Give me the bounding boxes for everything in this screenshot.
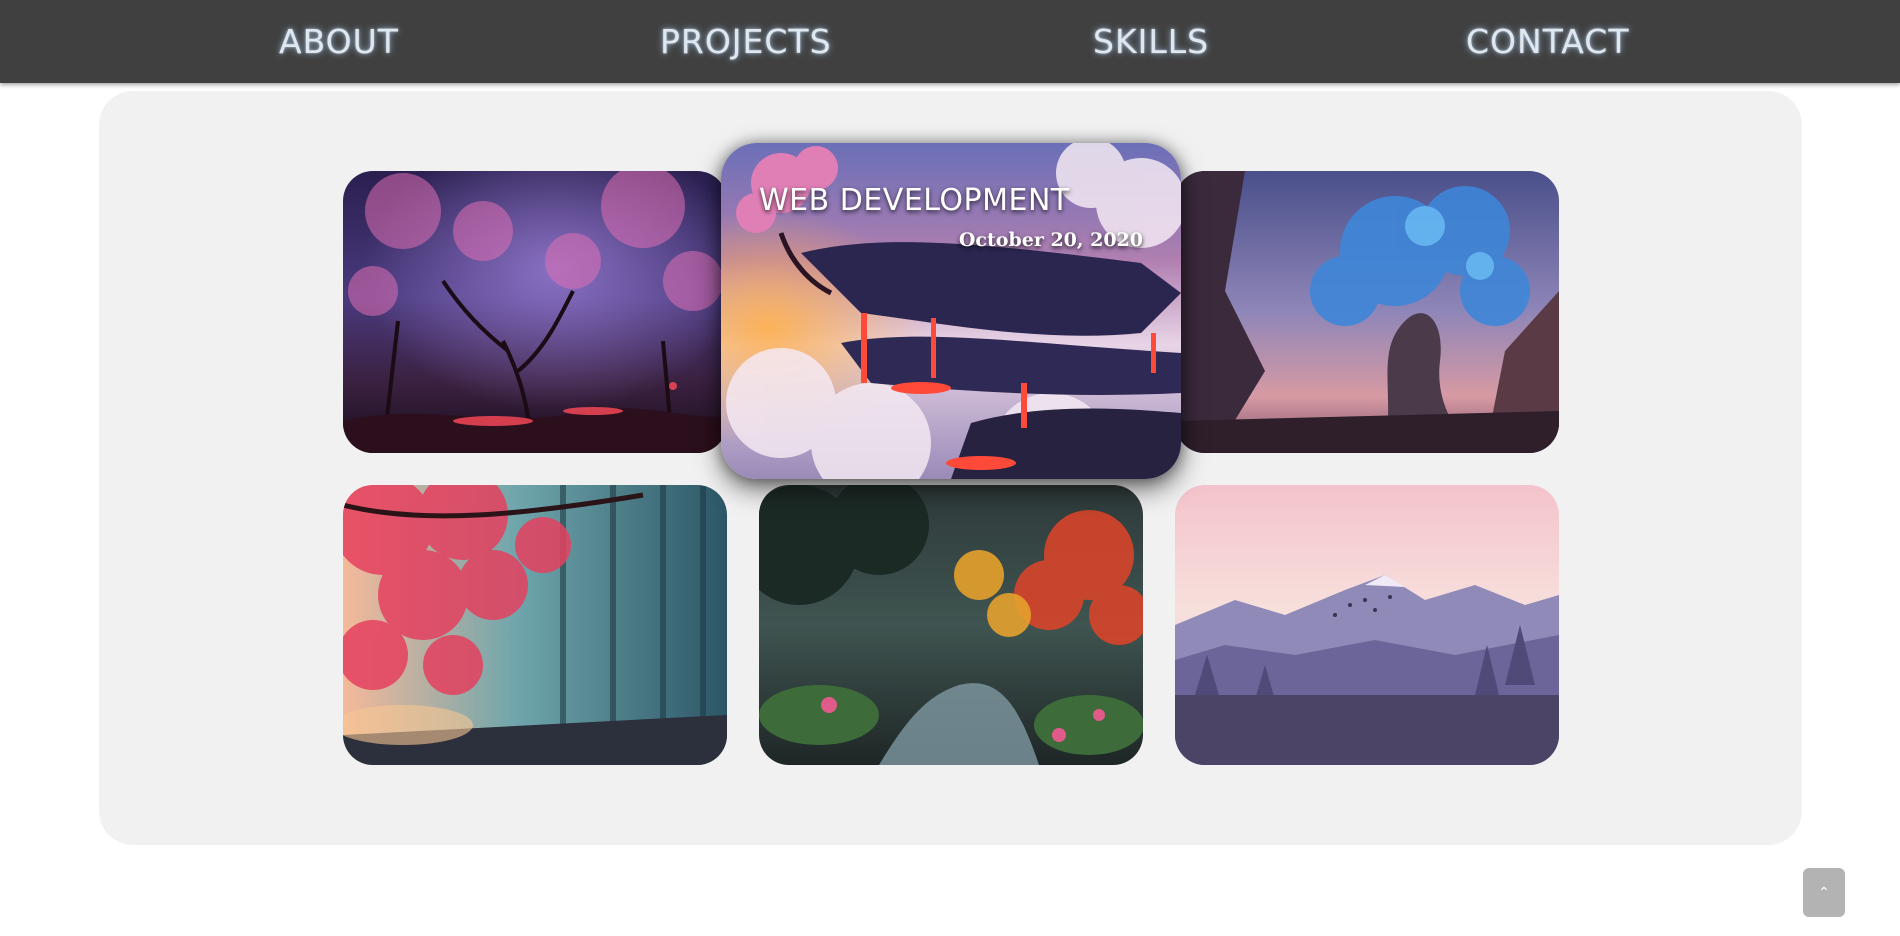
chevron-up-icon: ⌃ (1818, 884, 1830, 900)
nav-about[interactable]: ABOUT (279, 0, 399, 83)
project-card[interactable] (343, 171, 727, 453)
project-card[interactable] (1175, 485, 1559, 765)
top-navigation: ABOUT PROJECTS SKILLS CONTACT (0, 0, 1900, 83)
project-card[interactable] (343, 485, 727, 765)
project-image (343, 171, 727, 453)
featured-project-card[interactable]: WEB DEVELOPMENT October 20, 2020 (721, 143, 1181, 479)
project-card[interactable] (1175, 171, 1559, 453)
project-image (1175, 171, 1559, 453)
featured-card-date: October 20, 2020 (958, 229, 1143, 251)
nav-skills[interactable]: SKILLS (1093, 0, 1209, 83)
project-image (343, 485, 727, 765)
project-image (759, 485, 1143, 765)
nav-contact[interactable]: CONTACT (1466, 0, 1630, 83)
project-image (1175, 485, 1559, 765)
project-card[interactable] (759, 485, 1143, 765)
featured-card-title: WEB DEVELOPMENT (759, 183, 1070, 218)
nav-projects[interactable]: PROJECTS (660, 0, 832, 83)
scroll-to-top-button[interactable]: ⌃ (1803, 868, 1845, 917)
